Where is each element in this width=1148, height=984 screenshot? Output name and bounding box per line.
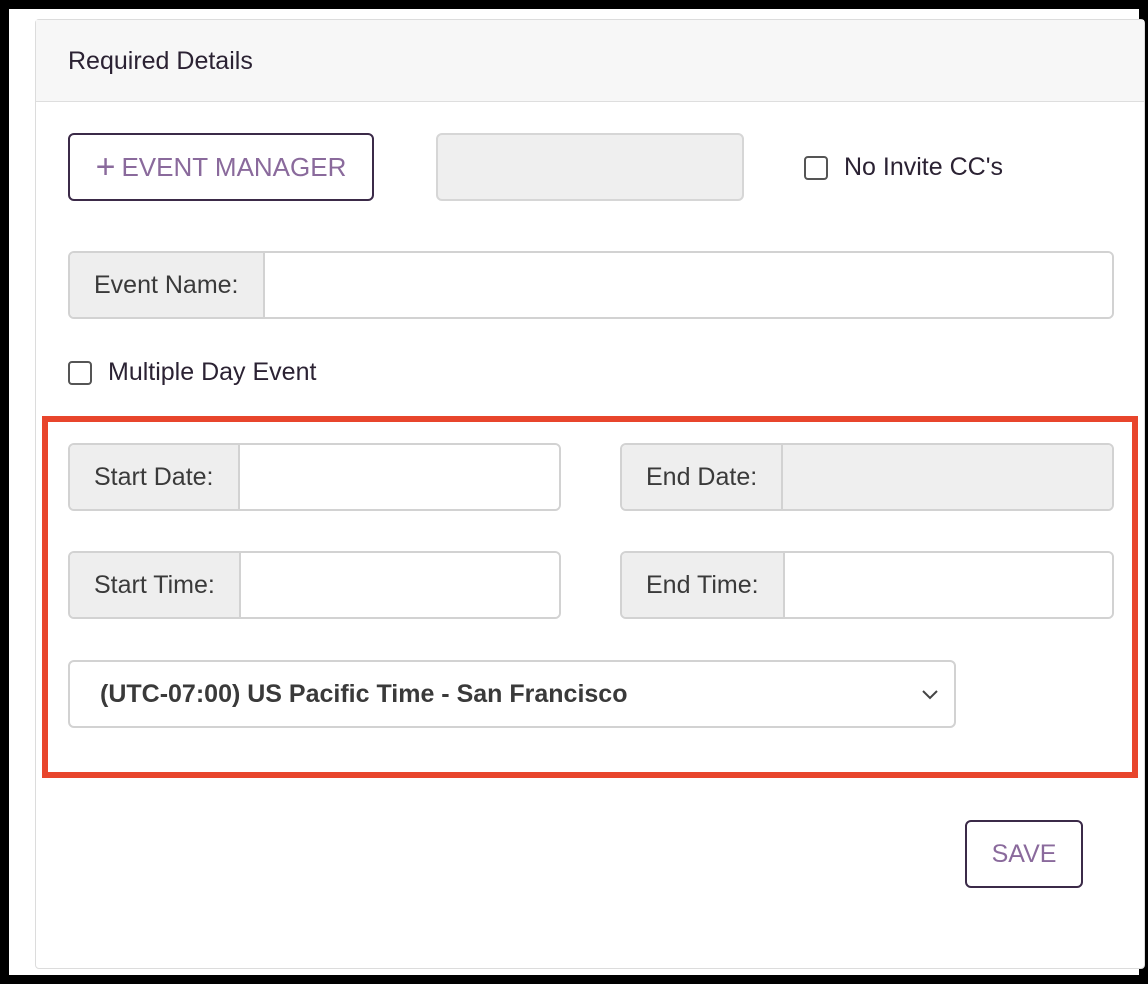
add-event-manager-button[interactable]: + EVENT MANAGER — [68, 133, 374, 201]
multiple-day-label[interactable]: Multiple Day Event — [108, 358, 316, 387]
event-manager-display-field — [436, 133, 744, 201]
multiple-day-checkbox[interactable] — [68, 360, 92, 385]
end-date-label: End Date: — [622, 445, 784, 509]
end-time-label: End Time: — [622, 553, 785, 617]
save-button[interactable]: SAVE — [965, 820, 1083, 888]
end-time-input[interactable] — [784, 553, 1112, 617]
timezone-select[interactable]: (UTC-07:00) US Pacific Time - San Franci… — [68, 660, 956, 728]
panel-title: Required Details — [68, 47, 253, 75]
event-name-input[interactable] — [264, 253, 1112, 317]
event-name-group: Event Name: — [68, 251, 1114, 319]
start-date-input[interactable] — [239, 445, 559, 509]
start-time-label: Start Time: — [70, 553, 241, 617]
multiple-day-row[interactable]: Multiple Day Event — [68, 358, 316, 387]
start-time-group: Start Time: — [68, 551, 561, 619]
plus-icon: + — [95, 148, 116, 186]
screenshot-frame: Required Details + EVENT MANAGER No Invi… — [0, 0, 1148, 984]
no-invite-cc-row[interactable]: No Invite CC's — [804, 153, 1003, 182]
start-date-group: Start Date: — [68, 443, 561, 511]
event-name-label: Event Name: — [70, 253, 265, 317]
no-invite-cc-checkbox[interactable] — [804, 155, 828, 180]
panel-header: Required Details — [36, 20, 1144, 102]
required-details-panel: Required Details + EVENT MANAGER No Invi… — [35, 19, 1145, 969]
end-date-group: End Date: — [620, 443, 1114, 511]
start-date-label: Start Date: — [70, 445, 240, 509]
timezone-selected-value: (UTC-07:00) US Pacific Time - San Franci… — [100, 679, 628, 708]
end-time-group: End Time: — [620, 551, 1114, 619]
chevron-down-icon — [922, 690, 938, 700]
end-date-input — [783, 445, 1112, 509]
start-time-input[interactable] — [240, 553, 559, 617]
event-manager-label: EVENT MANAGER — [121, 151, 347, 182]
no-invite-cc-label[interactable]: No Invite CC's — [844, 153, 1003, 182]
